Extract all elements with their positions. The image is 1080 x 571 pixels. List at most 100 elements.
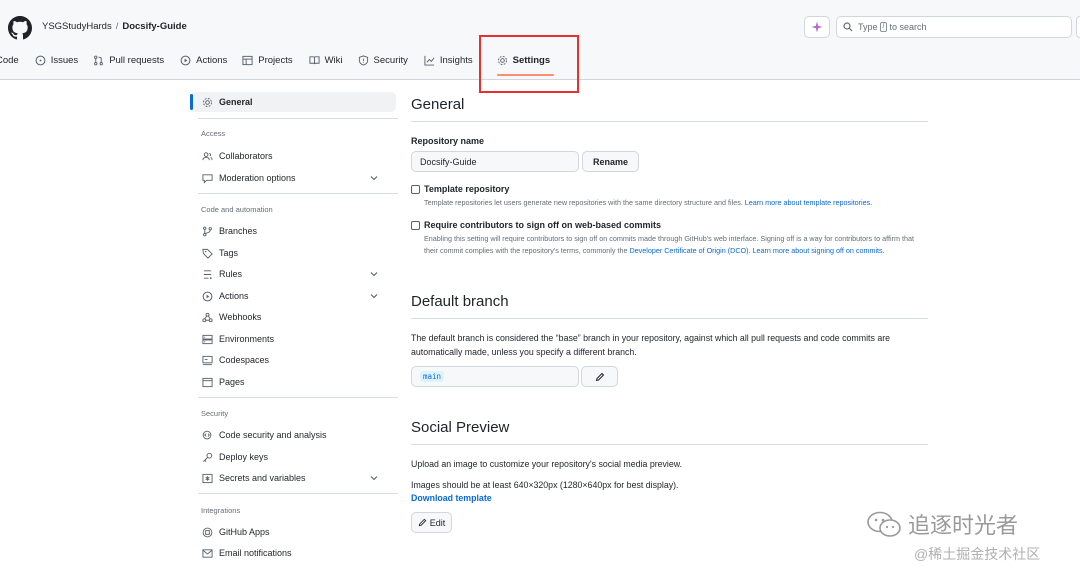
play-icon: [202, 291, 213, 301]
gear-icon: [203, 97, 212, 107]
sidebar-item-label: Deploy keys: [219, 452, 269, 462]
sidebar-item-label: Pages: [219, 377, 245, 387]
template-learn-more-link[interactable]: Learn more about template repositories.: [745, 198, 872, 207]
signoff-label: Require contributors to sign off on web-…: [424, 220, 662, 230]
codescan-icon: [202, 430, 212, 439]
tab-code-label: Code: [0, 54, 19, 66]
watermark-brand-text: 追逐时光者: [908, 513, 1019, 538]
tag-icon: [202, 248, 213, 259]
section-divider: [411, 121, 928, 122]
sidebar-item-label: Secrets and variables: [219, 473, 306, 483]
sidebar-heading-security: Security: [201, 409, 229, 418]
tab-security[interactable]: Security: [358, 50, 408, 70]
tab-actions-label: Actions: [196, 54, 228, 66]
chevron-down-icon[interactable]: [370, 292, 378, 300]
header-edge-button[interactable]: [1076, 16, 1080, 38]
github-logo-icon[interactable]: [8, 16, 32, 40]
copilot-icon: [811, 21, 823, 33]
sidebar-item-actions[interactable]: Actions: [190, 286, 396, 306]
template-note-text: Template repositories let users generate…: [424, 198, 743, 207]
tab-actions[interactable]: Actions: [180, 50, 227, 70]
issue-icon: [35, 55, 46, 65]
sidebar-item-codespaces[interactable]: Codespaces: [190, 350, 396, 370]
breadcrumb-repo[interactable]: Docsify-Guide: [122, 21, 186, 32]
download-template-link[interactable]: Download template: [411, 493, 492, 503]
chevron-down-icon[interactable]: [370, 174, 378, 182]
asterisk-box-icon: [202, 473, 213, 483]
pull-request-icon: [94, 55, 104, 65]
sidebar-item-deploy-keys[interactable]: Deploy keys: [190, 447, 396, 467]
tab-insights[interactable]: Insights: [424, 50, 473, 70]
sidebar-item-label: Code security and analysis: [219, 430, 327, 440]
sidebar-item-github-apps[interactable]: GitHub Apps: [190, 522, 396, 542]
template-repo-label: Template repository: [424, 184, 510, 194]
sidebar-item-label: Tags: [219, 248, 239, 258]
sidebar-item-general[interactable]: General: [190, 92, 396, 112]
template-repo-note: Template repositories let users generate…: [424, 197, 929, 209]
dco-link[interactable]: Developer Certificate of Origin (DCO).: [629, 246, 750, 255]
sidebar-item-environments[interactable]: Environments: [190, 329, 396, 349]
sidebar-item-tags[interactable]: Tags: [190, 243, 396, 263]
tab-projects-label: Projects: [258, 54, 293, 66]
sidebar-item-branches[interactable]: Branches: [190, 221, 396, 241]
page-title: General: [411, 96, 465, 113]
default-branch-title: Default branch: [411, 293, 509, 310]
signoff-checkbox[interactable]: [411, 221, 420, 230]
settings-highlight-annotation: [479, 35, 579, 93]
sidebar-divider: [198, 193, 398, 194]
social-preview-upload-text: Upload an image to customize your reposi…: [411, 459, 683, 469]
tab-pull-requests[interactable]: Pull requests: [93, 50, 164, 70]
key-icon: [203, 452, 213, 462]
sidebar-item-moderation[interactable]: Moderation options: [190, 168, 396, 188]
pencil-icon: [595, 372, 604, 381]
edit-branch-button[interactable]: [581, 366, 618, 387]
table-icon: [242, 55, 253, 65]
play-icon: [180, 55, 191, 65]
signoff-note: Enabling this setting will require contr…: [424, 233, 929, 257]
sidebar-item-email-notifications[interactable]: Email notifications: [190, 543, 396, 563]
sidebar-item-label: General: [219, 97, 253, 107]
tab-issues[interactable]: Issues: [35, 50, 78, 70]
sidebar-item-label: Email notifications: [219, 548, 292, 558]
branch-name: main: [420, 371, 445, 382]
sidebar-item-secrets[interactable]: Secrets and variables: [190, 468, 396, 488]
apps-icon: [202, 527, 213, 537]
mail-icon: [202, 548, 213, 558]
repo-name-input[interactable]: Docsify-Guide: [411, 151, 579, 172]
sidebar-item-rules[interactable]: Rules: [190, 264, 396, 284]
pencil-icon: [418, 518, 427, 527]
social-preview-size-text: Images should be at least 640×320px (128…: [411, 480, 679, 490]
copilot-button[interactable]: [804, 16, 830, 38]
sidebar-item-label: Branches: [219, 226, 258, 236]
sidebar-divider: [198, 397, 398, 398]
edit-social-preview-button[interactable]: Edit: [411, 512, 452, 533]
search-placeholder-tail: to search: [889, 22, 927, 32]
breadcrumb: YSGStudyHards / Docsify-Guide: [42, 21, 187, 32]
tab-wiki[interactable]: Wiki: [309, 50, 343, 70]
tab-security-label: Security: [373, 54, 408, 66]
codespaces-icon: [202, 355, 213, 365]
signoff-learn-more-link[interactable]: Learn more about signing off on commits.: [753, 246, 885, 255]
wechat-icon: [867, 511, 901, 537]
breadcrumb-owner[interactable]: YSGStudyHards: [42, 21, 112, 32]
sidebar-item-code-security[interactable]: Code security and analysis: [190, 425, 396, 445]
sidebar-item-pages[interactable]: Pages: [190, 372, 396, 392]
sidebar-divider: [198, 118, 398, 119]
template-repo-checkbox[interactable]: [411, 185, 420, 194]
tab-projects[interactable]: Projects: [242, 50, 293, 70]
search-input[interactable]: Type / to search: [836, 16, 1072, 38]
section-divider: [411, 444, 928, 445]
comment-icon: [202, 173, 213, 184]
rename-button[interactable]: Rename: [582, 151, 639, 172]
tab-wiki-label: Wiki: [324, 54, 343, 66]
server-icon: [202, 334, 213, 344]
sidebar-item-collaborators[interactable]: Collaborators: [190, 146, 396, 166]
book-icon: [309, 55, 320, 64]
browser-icon: [202, 377, 213, 387]
tab-code[interactable]: Code: [0, 50, 19, 70]
chevron-down-icon[interactable]: [370, 270, 378, 278]
sidebar-divider: [198, 493, 398, 494]
sidebar-item-webhooks[interactable]: Webhooks: [190, 307, 396, 327]
tab-pull-requests-label: Pull requests: [109, 54, 165, 66]
chevron-down-icon[interactable]: [370, 474, 378, 482]
